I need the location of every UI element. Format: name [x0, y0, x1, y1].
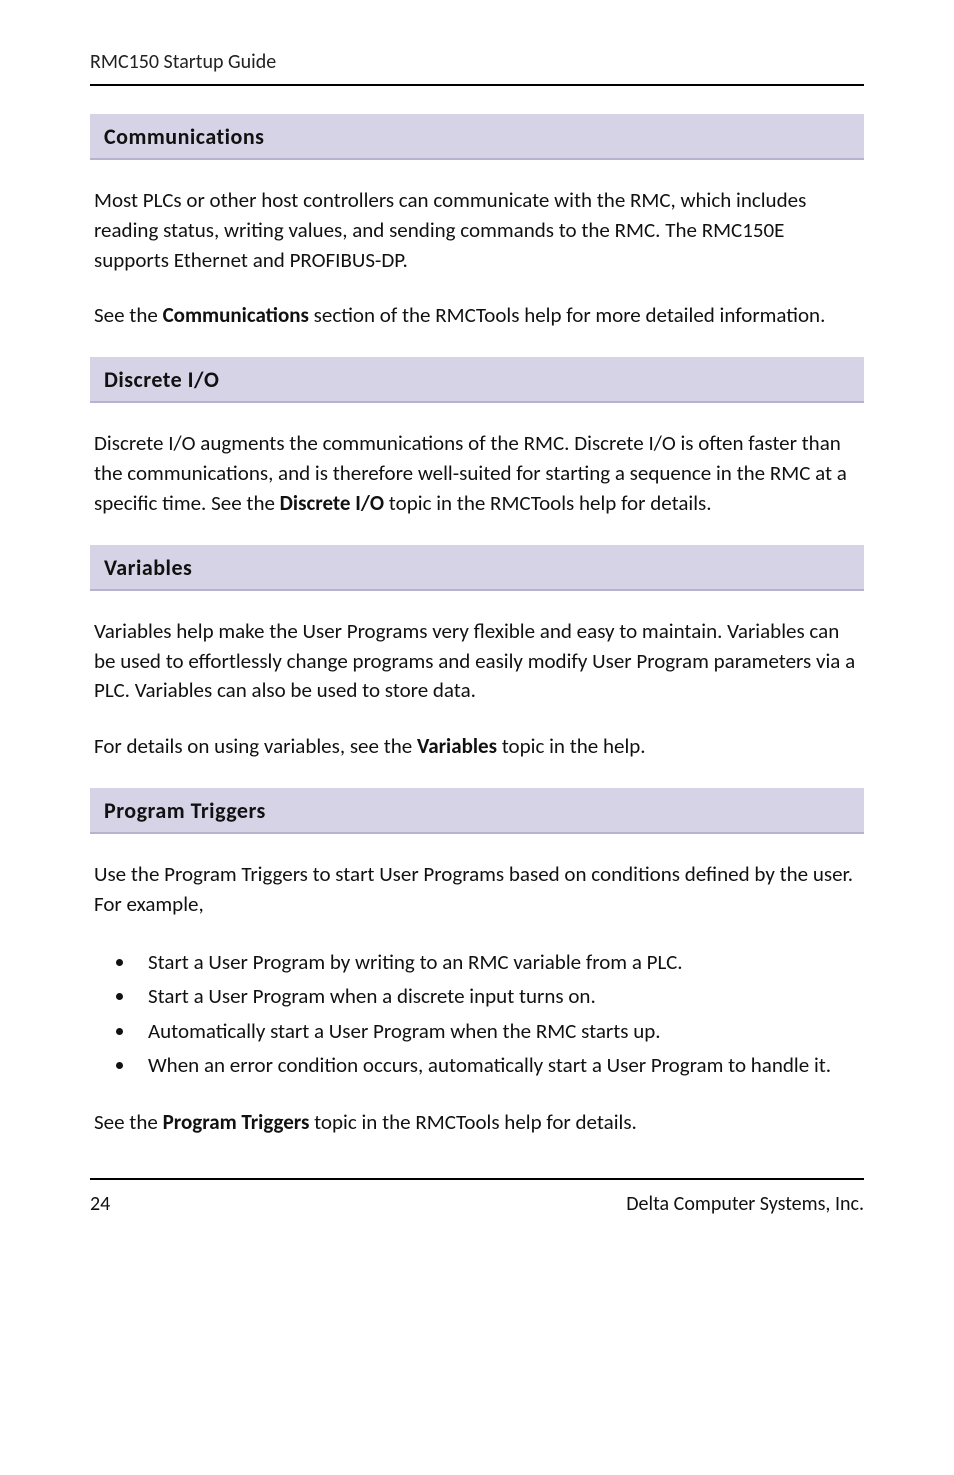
communications-paragraph-2: See the Communications section of the RM… — [94, 301, 860, 331]
discrete-io-paragraph-1: Discrete I/O augments the communications… — [94, 429, 860, 518]
variables-paragraph-1: Variables help make the User Programs ve… — [94, 617, 860, 706]
list-item: Automatically start a User Program when … — [136, 1015, 860, 1048]
program-triggers-paragraph-2: See the Program Triggers topic in the RM… — [94, 1108, 860, 1138]
page-number: 24 — [90, 1192, 110, 1216]
section-heading-communications: Communications — [90, 114, 864, 160]
list-item: Start a User Program when a discrete inp… — [136, 980, 860, 1013]
list-item: Start a User Program by writing to an RM… — [136, 946, 860, 979]
bold-program-triggers: Program Triggers — [163, 1109, 310, 1135]
page-footer: 24 Delta Computer Systems, Inc. — [90, 1178, 864, 1216]
section-heading-discrete-io: Discrete I/O — [90, 357, 864, 403]
list-item: When an error condition occurs, automati… — [136, 1049, 860, 1082]
footer-company: Delta Computer Systems, Inc. — [626, 1192, 864, 1216]
section-heading-program-triggers: Program Triggers — [90, 788, 864, 834]
program-triggers-paragraph-1: Use the Program Triggers to start User P… — [94, 860, 860, 920]
text-fragment: section of the RMCTools help for more de… — [309, 302, 826, 328]
program-triggers-bullets: Start a User Program by writing to an RM… — [94, 946, 860, 1082]
running-header: RMC150 Startup Guide — [90, 50, 864, 86]
variables-paragraph-2: For details on using variables, see the … — [94, 732, 860, 762]
text-fragment: See the — [94, 1109, 163, 1135]
bold-communications: Communications — [163, 302, 309, 328]
text-fragment: topic in the RMCTools help for details. — [309, 1109, 637, 1135]
text-fragment: See the — [94, 302, 163, 328]
section-heading-variables: Variables — [90, 545, 864, 591]
bold-variables: Variables — [417, 733, 497, 759]
text-fragment: For details on using variables, see the — [94, 733, 417, 759]
communications-paragraph-1: Most PLCs or other host controllers can … — [94, 186, 860, 275]
text-fragment: topic in the help. — [497, 733, 646, 759]
bold-discrete-io: Discrete I/O — [280, 490, 384, 516]
text-fragment: topic in the RMCTools help for details. — [384, 490, 712, 516]
